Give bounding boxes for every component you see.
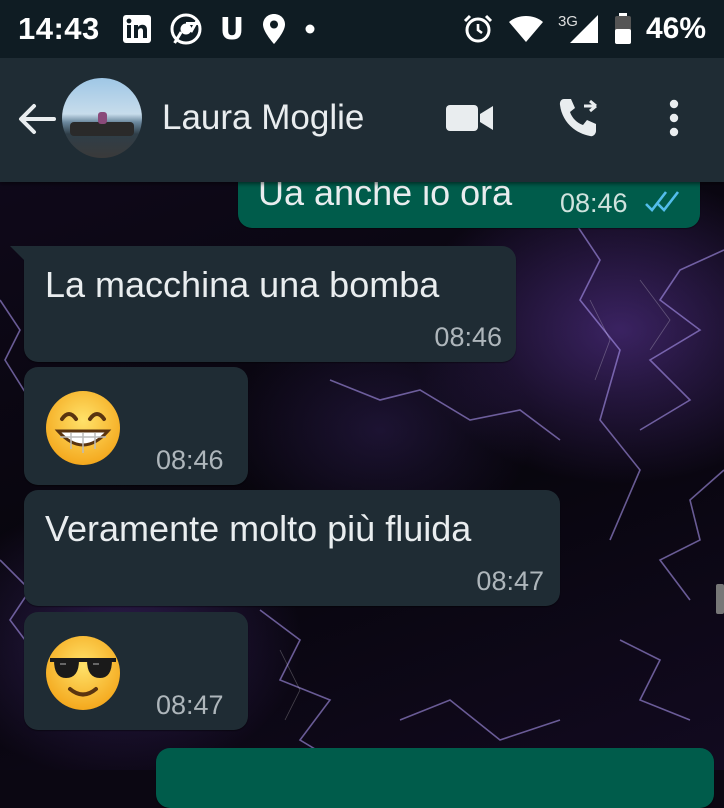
network-type: 3G [557, 12, 578, 30]
status-time: 14:43 [18, 11, 100, 46]
message-bubble-outgoing[interactable] [156, 748, 714, 808]
avatar-rock-shape [70, 122, 134, 136]
linkedin-icon [122, 12, 152, 46]
more-options-button[interactable] [656, 96, 692, 140]
voice-call-button[interactable] [554, 96, 604, 140]
message-time: 08:46 [156, 445, 224, 475]
message-text: Veramente molto più fluida [45, 508, 472, 549]
chrome-icon [170, 12, 202, 46]
message-bubble-incoming[interactable]: 08:47 [24, 612, 248, 730]
message-bubble-incoming[interactable]: La macchina una bomba 08:46 [24, 246, 516, 362]
phone-call-icon [559, 99, 597, 137]
avatar-person-shape [98, 112, 107, 124]
system-status-icons: 3G 46% [462, 0, 706, 58]
more-vert-icon [669, 99, 679, 137]
message-text: La macchina una bomba [45, 264, 440, 305]
video-call-button[interactable] [444, 96, 496, 140]
contact-avatar[interactable] [62, 78, 142, 158]
signal-icon: 3G [558, 12, 600, 46]
message-bubble-incoming[interactable]: Veramente molto più fluida 08:47 [24, 490, 560, 606]
sunglasses-face-emoji-icon [44, 634, 122, 717]
battery-icon [614, 12, 632, 46]
chat-header: Laura Moglie [0, 58, 724, 182]
grinning-face-emoji-icon [44, 389, 122, 472]
bubble-tail [10, 246, 26, 262]
message-time: 08:47 [476, 566, 544, 596]
message-bubble-incoming[interactable]: 08:46 [24, 367, 248, 485]
video-call-icon [446, 105, 493, 131]
dot-icon [304, 12, 316, 46]
wifi-icon [508, 12, 544, 46]
message-time: 08:46 [434, 322, 502, 352]
back-arrow-icon [19, 104, 56, 134]
battery-percentage: 46% [645, 12, 706, 45]
back-button[interactable] [14, 96, 60, 142]
read-receipt-icon [644, 188, 684, 221]
message-time: 08:47 [156, 690, 224, 720]
status-bar: 14:43 U 3G 46% [0, 0, 724, 58]
notification-icons: U [122, 11, 316, 47]
alarm-icon [462, 12, 494, 46]
location-pin-icon [262, 12, 286, 46]
contact-name[interactable]: Laura Moglie [162, 98, 364, 138]
message-time: 08:46 [560, 188, 628, 218]
u-app-icon: U [219, 11, 245, 47]
scrollbar-thumb[interactable] [716, 584, 724, 614]
